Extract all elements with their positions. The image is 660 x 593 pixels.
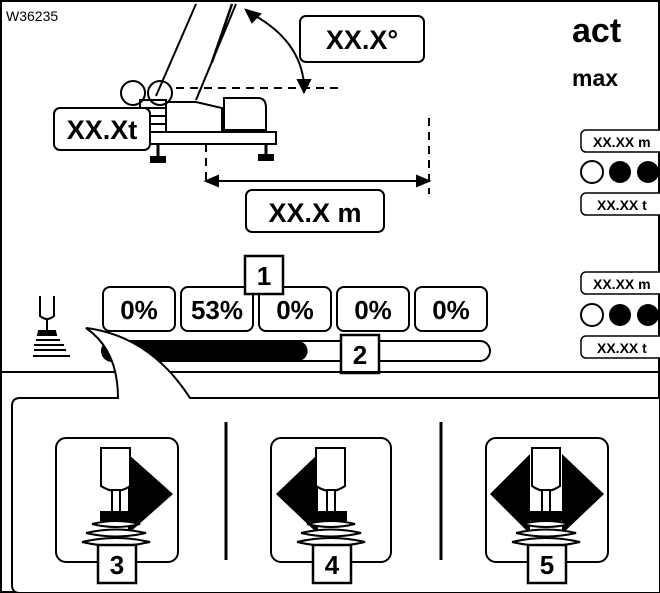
angle-arc — [251, 13, 305, 85]
max-top-value: XX.XX m — [593, 276, 651, 292]
callout-3: 3 — [96, 543, 138, 585]
load-percentage-value: 0% — [120, 295, 158, 325]
radius-value: XX.X m — [268, 198, 361, 228]
svg-text:4: 4 — [325, 550, 340, 580]
angle-reference-line — [210, 3, 234, 63]
load-percentage-value: 0% — [276, 295, 314, 325]
load-percentage-value: 0% — [432, 295, 470, 325]
joystick-left-icon — [270, 437, 392, 563]
act-indicator-filled-2 — [637, 161, 659, 183]
angle-value: XX.X° — [326, 25, 398, 55]
callout-1: 1 — [243, 254, 285, 296]
callout-5: 5 — [526, 543, 568, 585]
svg-text:5: 5 — [540, 550, 554, 580]
max-values-panel: XX.XX m XX.XX t — [580, 271, 660, 359]
load-value: XX.Xt — [67, 115, 138, 145]
cab — [223, 97, 267, 131]
boom-line-left — [155, 3, 197, 97]
figure-id: W36235 — [6, 8, 58, 24]
load-percentage-row: 0% 53% 0% 0% 0% — [102, 286, 488, 332]
act-label: act — [572, 12, 621, 50]
joystick-icon — [33, 296, 70, 357]
max-indicator-empty — [580, 303, 604, 327]
radius-arrow-right — [416, 174, 432, 188]
joystick-both-icon — [485, 437, 609, 563]
max-indicator-filled-2 — [637, 304, 659, 326]
svg-text:1: 1 — [257, 261, 271, 291]
joystick-right-icon — [55, 437, 179, 563]
superstructure — [165, 101, 223, 133]
load-percentage-box: 53% — [180, 286, 254, 332]
act-indicator-filled-1 — [609, 161, 631, 183]
load-progress-bar — [101, 340, 491, 362]
instruction-figure: W36235 XX.X° XX.Xt XX.X m act max XX.XX … — [0, 0, 660, 593]
svg-text:2: 2 — [353, 340, 367, 370]
carrier — [147, 131, 277, 145]
load-percentage-box: 0% — [336, 286, 410, 332]
max-bottom-value: XX.XX t — [597, 340, 647, 356]
angle-arrow-top — [244, 8, 262, 24]
load-percentage-box: 0% — [414, 286, 488, 332]
angle-arrow-bottom — [296, 79, 312, 95]
callout-4: 4 — [311, 543, 353, 585]
act-top-value: XX.XX m — [593, 134, 651, 150]
act-values-panel: XX.XX m XX.XX t — [580, 129, 660, 216]
max-indicator-filled-1 — [609, 304, 631, 326]
act-bottom-value: XX.XX t — [597, 197, 647, 213]
roller-left — [120, 80, 146, 106]
load-percentage-value: 53% — [191, 295, 243, 325]
load-percentage-value: 0% — [354, 295, 392, 325]
max-label: max — [572, 65, 618, 91]
outrigger-pad-right — [258, 154, 274, 161]
angle-display: XX.X° — [299, 15, 425, 63]
radius-arrow-left — [203, 174, 219, 188]
callout-2: 2 — [339, 333, 381, 375]
radius-display: XX.X m — [245, 189, 385, 233]
svg-text:3: 3 — [110, 550, 124, 580]
load-percentage-box: 0% — [102, 286, 176, 332]
act-indicator-empty — [580, 160, 604, 184]
load-display: XX.Xt — [53, 107, 151, 151]
outrigger-pad-left — [150, 156, 166, 163]
